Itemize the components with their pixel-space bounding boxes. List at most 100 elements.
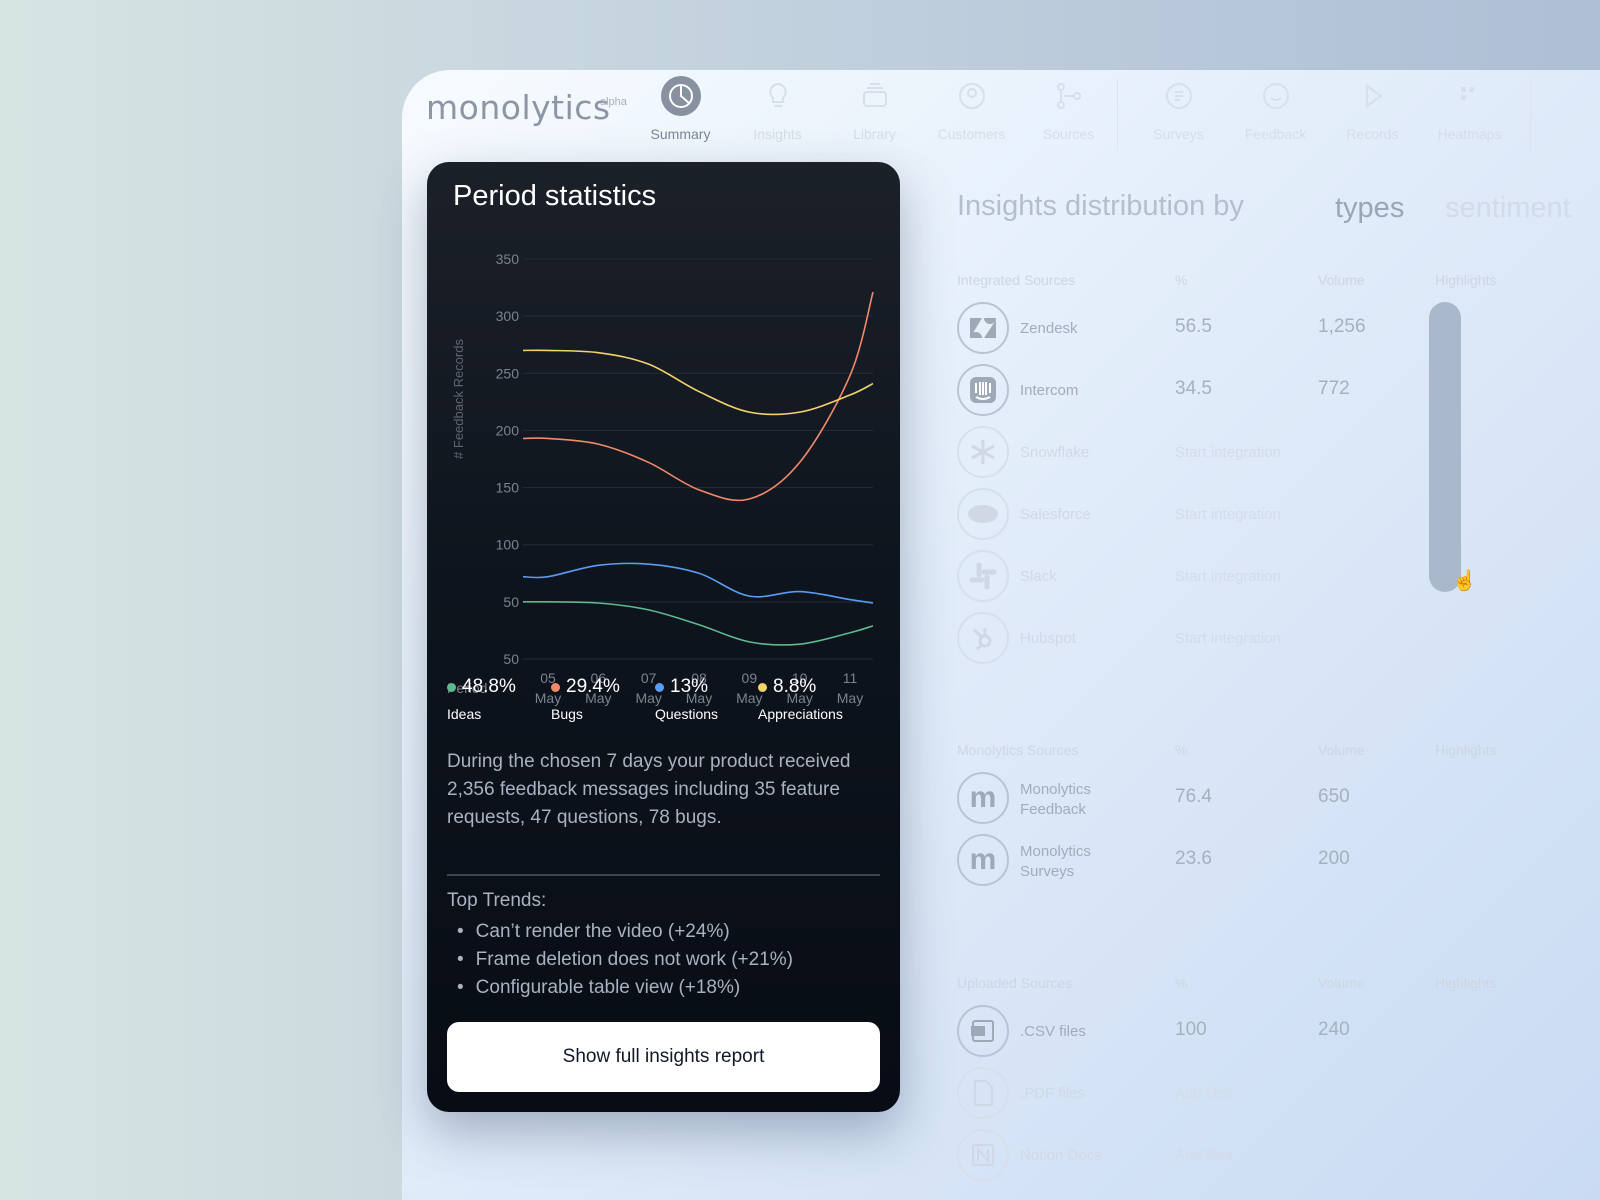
nav-divider — [1530, 80, 1531, 150]
nav-summary[interactable]: Summary — [632, 76, 729, 150]
nav-library[interactable]: Library — [826, 76, 923, 150]
nav-insights[interactable]: Insights — [729, 76, 826, 150]
nav-label-records: Records — [1346, 126, 1399, 142]
nav-sources[interactable]: Sources — [1020, 76, 1117, 150]
source-row-monolytics-feedback[interactable]: m Monolytics Feedback 76.4 650 — [957, 772, 1417, 826]
library-icon — [855, 76, 895, 116]
legend-label: Appreciations — [758, 706, 843, 722]
nav-label-surveys: Surveys — [1153, 126, 1204, 142]
highlights-scroll-bar[interactable] — [1429, 302, 1461, 592]
y-tick-label: 50 — [503, 651, 519, 667]
source-name: Monolytics Surveys — [1020, 842, 1091, 882]
source-row-intercom[interactable]: Intercom 34.5 772 — [957, 364, 1417, 418]
source-name-line2: Feedback — [1020, 801, 1086, 818]
nav-surveys[interactable]: Surveys — [1130, 76, 1227, 150]
start-integration-link[interactable]: Start integration — [1175, 568, 1281, 585]
add-files-link[interactable]: Add files — [1175, 1147, 1233, 1164]
source-name: Monolytics Feedback — [1020, 780, 1091, 820]
start-integration-link[interactable]: Start integration — [1175, 444, 1281, 461]
source-percent: 23.6 — [1175, 848, 1212, 869]
y-tick-label: 50 — [503, 594, 519, 610]
zendesk-icon — [957, 302, 1009, 354]
pie-chart-icon — [660, 76, 701, 116]
feedback-icon — [1256, 76, 1296, 116]
nav-label-customers: Customers — [937, 126, 1006, 142]
start-integration-link[interactable]: Start integration — [1175, 506, 1281, 523]
source-percent: 76.4 — [1175, 786, 1212, 807]
source-row-salesforce[interactable]: Salesforce Start integration — [957, 488, 1417, 542]
hubspot-icon — [957, 612, 1009, 664]
logo[interactable]: monolytics alpha — [426, 88, 627, 127]
feedback-line-chart: 50 50 100 150 200 250 300 350 # Feedback Records… — [447, 251, 874, 706]
period-statistics-card: Period statistics 50 50 100 150 200 250 300 350… — [427, 162, 900, 1112]
trend-item[interactable]: Frame deletion does not work (+21%) — [457, 946, 793, 974]
period-summary-text: During the chosen 7 days your product re… — [447, 751, 851, 828]
source-row-zendesk[interactable]: Zendesk 56.5 1,256 — [957, 302, 1417, 356]
column-volume: Volume — [1318, 975, 1365, 991]
column-source: Integrated Sources — [957, 272, 1076, 288]
nav-customers[interactable]: Customers — [923, 76, 1020, 150]
monolytics-sources-header: Monolytics Sources % Volume Highlights — [957, 742, 1597, 762]
nav-label-sources: Sources — [1042, 126, 1095, 142]
source-name: .CSV files — [1020, 1023, 1086, 1040]
trend-item[interactable]: Configurable table view (+18%) — [457, 974, 793, 1002]
tab-sentiment[interactable]: sentiment — [1445, 192, 1571, 225]
nav-divider — [1117, 80, 1118, 150]
nav-records[interactable]: Records — [1324, 76, 1421, 150]
source-row-snowflake[interactable]: Snowflake Start integration — [957, 426, 1417, 480]
lightbulb-icon — [758, 76, 798, 116]
column-source: Uploaded Sources — [957, 975, 1073, 991]
intercom-icon — [957, 364, 1009, 416]
top-nav: Summary Insights Library Customers Sourc… — [632, 76, 1531, 150]
integrated-sources-header: Integrated Sources % Volume Highlights — [957, 272, 1597, 292]
source-row-pdf[interactable]: .PDF files Add files — [957, 1067, 1417, 1121]
pdf-icon — [957, 1067, 1009, 1119]
source-row-monolytics-surveys[interactable]: m Monolytics Surveys 23.6 200 — [957, 834, 1417, 888]
nav-heatmaps[interactable]: Heatmaps — [1421, 76, 1518, 150]
monolytics-icon: m — [957, 772, 1009, 824]
chart-legend: 48.8% Ideas 29.4% Bugs 13% Questions 8.8… — [447, 676, 887, 728]
logo-text: monolytics — [426, 88, 611, 127]
legend-value: 29.4% — [566, 676, 620, 697]
source-row-csv[interactable]: .CSV files 100 240 — [957, 1005, 1417, 1059]
source-row-notion[interactable]: Notion Docs Add files — [957, 1129, 1417, 1183]
source-name-line2: Surveys — [1020, 863, 1075, 880]
y-axis-label: # Feedback Records — [451, 339, 466, 459]
nav-label-insights: Insights — [753, 126, 802, 142]
top-trends-list: Can’t render the video (+24%) Frame dele… — [457, 918, 793, 1002]
legend-dot — [655, 682, 664, 692]
column-highlights: Highlights — [1435, 975, 1497, 991]
csv-icon — [957, 1005, 1009, 1057]
nav-label-summary: Summary — [650, 126, 711, 142]
heatmap-icon — [1450, 76, 1490, 116]
source-name: .PDF files — [1020, 1085, 1086, 1102]
survey-icon — [1159, 76, 1199, 116]
source-name: Zendesk — [1020, 320, 1078, 337]
legend-questions: 13% Questions — [655, 676, 718, 722]
column-highlights: Highlights — [1435, 742, 1497, 758]
nav-label-feedback: Feedback — [1244, 126, 1307, 142]
legend-appreciations: 8.8% Appreciations — [758, 676, 843, 722]
add-files-link[interactable]: Add files — [1175, 1085, 1233, 1102]
show-full-report-button[interactable]: Show full insights report — [447, 1022, 880, 1092]
user-icon — [952, 76, 992, 116]
nav-label-library: Library — [853, 126, 896, 142]
legend-ideas: 48.8% Ideas — [447, 676, 516, 722]
nav-feedback[interactable]: Feedback — [1227, 76, 1324, 150]
source-percent: 100 — [1175, 1019, 1207, 1040]
y-tick-label: 150 — [496, 480, 520, 496]
source-name-line1: Monolytics — [1020, 781, 1091, 798]
trend-item[interactable]: Can’t render the video (+24%) — [457, 918, 793, 946]
source-row-hubspot[interactable]: Hubspot Start integration — [957, 612, 1417, 666]
source-percent: 34.5 — [1175, 378, 1212, 399]
legend-label: Bugs — [551, 706, 583, 722]
legend-label: Ideas — [447, 706, 482, 722]
legend-value: 8.8% — [773, 676, 817, 697]
source-row-slack[interactable]: Slack Start integration — [957, 550, 1417, 604]
slack-icon — [957, 550, 1009, 602]
legend-bugs: 29.4% Bugs — [551, 676, 620, 722]
column-source: Monolytics Sources — [957, 742, 1079, 758]
tab-types[interactable]: types — [1335, 192, 1404, 225]
start-integration-link[interactable]: Start integration — [1175, 630, 1281, 647]
sources-icon — [1049, 76, 1089, 116]
